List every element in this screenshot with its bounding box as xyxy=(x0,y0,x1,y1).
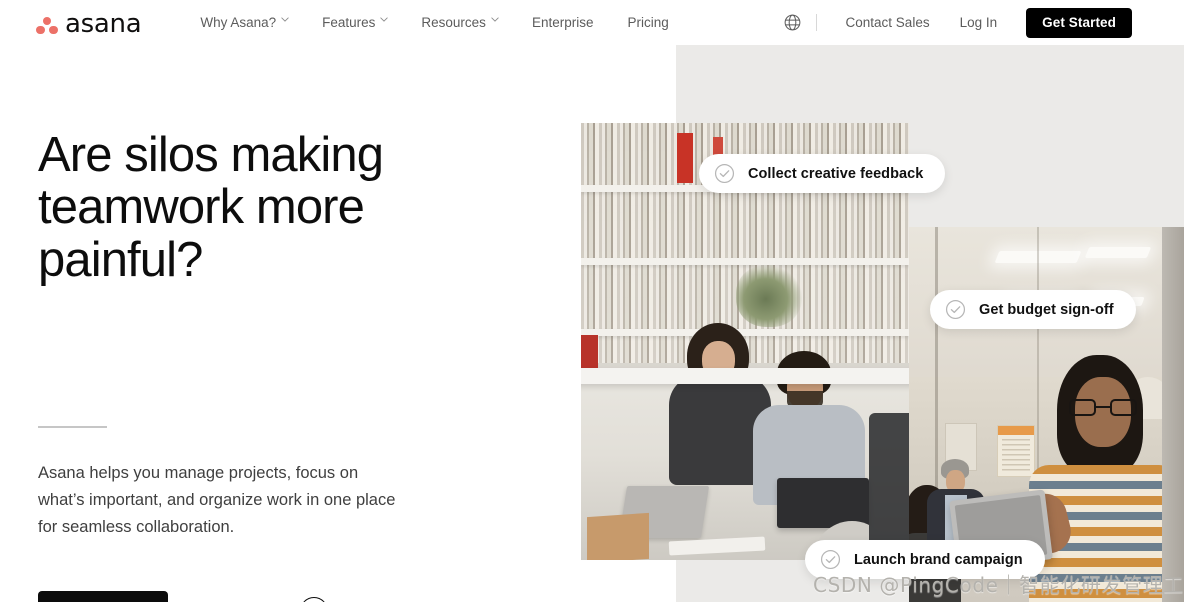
check-circle-icon xyxy=(945,299,966,320)
nav-item-label: Pricing xyxy=(627,15,669,30)
nav-item-why-asana[interactable]: Why Asana? xyxy=(183,0,305,45)
nav-log-in-link[interactable]: Log In xyxy=(945,0,1013,45)
page-title: Are silos making teamwork more painful? xyxy=(38,128,384,287)
top-navigation-bar: asana Why Asana? Features Resources Ente… xyxy=(0,0,1184,45)
hero-subheadline: Asana helps you manage projects, focus o… xyxy=(38,464,396,536)
asana-wordmark: asana xyxy=(65,8,142,39)
check-circle-icon xyxy=(714,163,735,184)
task-pill-label: Get budget sign-off xyxy=(979,301,1114,318)
nav-item-label: Why Asana? xyxy=(200,15,277,30)
hero-cta-row: Get Started Watch video xyxy=(38,591,328,602)
hero-divider xyxy=(38,426,107,428)
nav-item-features[interactable]: Features xyxy=(305,0,404,45)
nav-menu: Why Asana? Features Resources Enterprise xyxy=(183,0,685,45)
nav-item-enterprise[interactable]: Enterprise xyxy=(515,0,611,45)
chevron-down-icon xyxy=(491,17,499,24)
check-circle-icon xyxy=(820,549,841,570)
nav-get-started-button[interactable]: Get Started xyxy=(1026,7,1132,38)
chevron-down-icon xyxy=(380,17,389,24)
task-pill-label: Launch brand campaign xyxy=(854,551,1023,568)
task-pill-label: Collect creative feedback xyxy=(748,165,924,182)
watermark-text: CSDN @PingCode｜智能化研发管理工具 xyxy=(813,573,1184,597)
nav-contact-sales-link[interactable]: Contact Sales xyxy=(831,0,945,45)
nav-left-group: asana Why Asana? Features Resources Ente… xyxy=(0,0,686,45)
watch-video-button[interactable]: Watch video xyxy=(190,597,328,602)
nav-item-label: Resources xyxy=(421,15,486,30)
play-circle-icon xyxy=(299,597,328,602)
hero-get-started-button[interactable]: Get Started xyxy=(38,591,168,602)
task-pill-collect-creative-feedback: Collect creative feedback xyxy=(699,154,946,193)
nav-right-group: Contact Sales Log In Get Started xyxy=(783,0,1184,45)
asana-three-dots-logo-icon xyxy=(36,16,58,36)
nav-item-resources[interactable]: Resources xyxy=(404,0,515,45)
hero-section: Are silos making teamwork more painful? … xyxy=(0,45,580,602)
nav-divider xyxy=(815,14,817,31)
nav-item-pricing[interactable]: Pricing xyxy=(610,0,685,45)
asana-logo[interactable]: asana xyxy=(36,8,142,39)
nav-item-label: Enterprise xyxy=(531,15,594,30)
chevron-down-icon xyxy=(281,17,289,24)
nav-item-label: Features xyxy=(322,15,376,30)
globe-icon[interactable] xyxy=(783,13,802,32)
task-pill-get-budget-sign-off: Get budget sign-off xyxy=(930,290,1136,329)
